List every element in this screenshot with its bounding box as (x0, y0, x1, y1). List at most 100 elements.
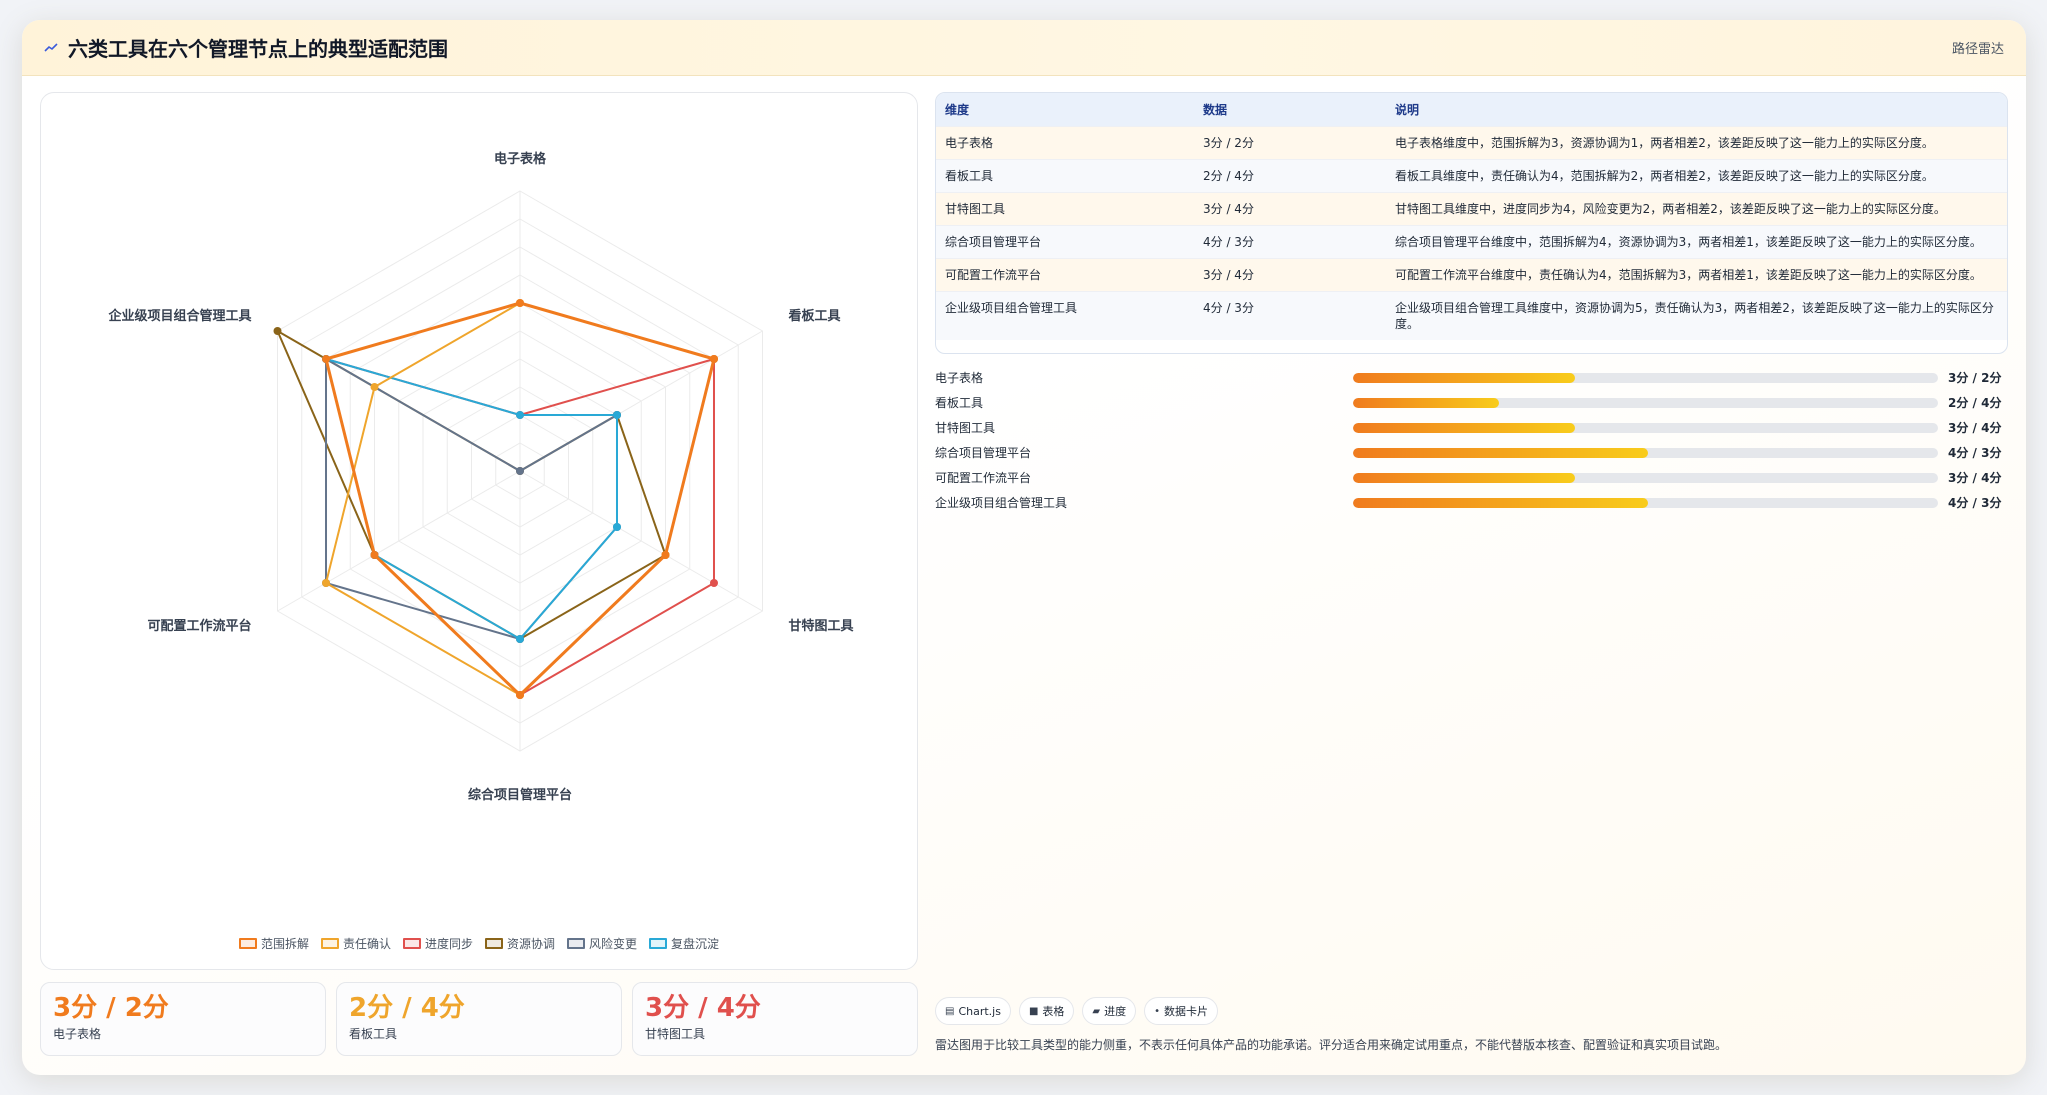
progress-track (1353, 497, 1938, 508)
card-icon: • (1154, 1005, 1161, 1017)
data-point (516, 299, 524, 307)
progress-track (1353, 372, 1938, 383)
progress-label: 企业级项目组合管理工具 (935, 496, 1068, 510)
legend-item[interactable]: 风险变更 (567, 935, 637, 952)
progress-fill (1353, 397, 1500, 408)
legend-swatch (238, 938, 257, 949)
data-point (273, 327, 282, 335)
kpi-card: 3分 / 4分甘特图工具 (632, 982, 918, 1056)
page-title: 六类工具在六个管理节点上的典型适配范围 (68, 37, 448, 61)
kpi-value: 3分 / 4分 (645, 993, 761, 1023)
table-cell: 3分 / 4分 (1194, 257, 1386, 291)
table-cell: 甘特图工具维度中，进度同步为4，风险变更为2，两者相差2，该差距反映了这一能力上… (1386, 191, 2007, 225)
progress-fill (1353, 447, 1649, 458)
progress-fill (1353, 472, 1576, 483)
data-point (370, 383, 379, 391)
data-point (516, 691, 524, 699)
table-cell: 甘特图工具 (936, 191, 1194, 225)
table-row: 可配置工作流平台 3分 / 4分 可配置工作流平台维度中，责任确认为4，范围拆解为3… (936, 257, 2007, 291)
legend-swatch (567, 938, 586, 949)
legend-swatch (320, 938, 339, 949)
axis-label: 可配置工作流平台 (148, 618, 252, 634)
progress-value: 3分 / 4分 (1948, 421, 2002, 435)
axis-label: 看板工具 (788, 308, 840, 324)
kpi-label: 看板工具 (349, 1027, 398, 1041)
progress-track (1353, 422, 1938, 433)
axis-label: 综合项目管理平台 (468, 787, 572, 803)
title-wrap: 六类工具在六个管理节点上的典型适配范围 (44, 33, 448, 62)
legend-label: 复盘沉淀 (671, 937, 720, 951)
tag-chip[interactable]: ▰ 进度 (1082, 997, 1137, 1025)
progress-label: 电子表格 (935, 371, 984, 385)
data-point (612, 411, 621, 419)
kpi-label: 电子表格 (53, 1027, 102, 1041)
tag-list: ▤ Chart.js ■ 表格 ▰ 进度 • 数据卡片 (935, 997, 1219, 1025)
table-cell: 可配置工作流平台 (936, 257, 1194, 291)
table-row: 看板工具 2分 / 4分 看板工具维度中，责任确认为4，范围拆解为2，两者相差2，该… (936, 158, 2007, 192)
tag-chip[interactable]: ■ 表格 (1018, 997, 1075, 1025)
progress-row: 可配置工作流平台 3分 / 4分 (935, 465, 2008, 490)
progress-value: 4分 / 3分 (1948, 446, 2002, 460)
axis-label: 企业级项目组合管理工具 (108, 308, 252, 324)
dashboard-frame: 六类工具在六个管理节点上的典型适配范围 路径雷达 电子表格 看板工具 甘特图工具 综合… (22, 20, 2026, 1075)
legend-item[interactable]: 复盘沉淀 (649, 935, 719, 952)
table-header-row: 维度 数据 说明 (936, 93, 2007, 126)
data-point (709, 355, 718, 363)
table-cell: 4分 / 3分 (1194, 224, 1386, 258)
kpi-value: 3分 / 2分 (53, 993, 169, 1023)
legend-label: 资源协调 (507, 937, 556, 951)
progress-bars: 电子表格 3分 / 2分看板工具 2分 / 4分 甘特图工具 3分 / 4分综合项目管理… (935, 365, 2008, 515)
axis-label: 电子表格 (494, 151, 547, 167)
legend-label: 风险变更 (589, 937, 638, 951)
legend-item[interactable]: 范围拆解 (238, 935, 309, 952)
progress-row: 甘特图工具 3分 / 4分 (935, 415, 2008, 440)
table-icon: ■ (1028, 1005, 1039, 1017)
tag-chip[interactable]: • 数据卡片 (1144, 997, 1219, 1025)
progress-row: 企业级项目组合管理工具 4分 / 3分 (935, 490, 2008, 515)
kpi-card: 3分 / 2分电子表格 (40, 982, 326, 1056)
progress-value: 2分 / 4分 (1948, 396, 2002, 410)
progress-track (1353, 472, 1938, 483)
table-header-cell: 维度 (945, 102, 970, 117)
progress-row: 看板工具 2分 / 4分 (935, 390, 2008, 415)
table-cell: 可配置工作流平台维度中，责任确认为4，范围拆解为3，两者相差1，该差距反映了这一… (1386, 257, 2007, 291)
table-cell: 3分 / 2分 (1194, 125, 1386, 159)
progress-value: 3分 / 2分 (1948, 371, 2002, 385)
kpi-label: 甘特图工具 (645, 1027, 706, 1041)
table-row: 企业级项目组合管理工具 4分 / 3分 企业级项目组合管理工具维度中，资源协调为5，… (936, 290, 2007, 340)
legend-label: 责任确认 (342, 937, 391, 951)
legend-item[interactable]: 责任确认 (320, 935, 391, 952)
table-cell: 看板工具维度中，责任确认为4，范围拆解为2，两者相差2，该差距反映了这一能力上的… (1386, 158, 2007, 192)
table-cell: 看板工具 (936, 158, 1194, 192)
data-point (516, 467, 524, 475)
data-point (322, 355, 331, 363)
axis-label: 甘特图工具 (788, 618, 853, 634)
tag-chip[interactable]: ▤ Chart.js (935, 997, 1011, 1025)
legend-swatch (402, 938, 421, 949)
table-cell: 4分 / 3分 (1194, 290, 1386, 340)
table-cell: 2分 / 4分 (1194, 158, 1386, 192)
table-row: 甘特图工具 3分 / 4分 甘特图工具维度中，进度同步为4，风险变更为2，两者相差2… (936, 191, 2007, 225)
radar-chart: 电子表格看板工具甘特图工具综合项目管理平台 可配置工作流平台 企业级项目组合管理工具 (108, 151, 854, 803)
table-cell: 综合项目管理平台维度中，范围拆解为4，资源协调为3，两者相差1，该差距反映了这一… (1386, 224, 2007, 258)
legend-swatch (485, 938, 503, 949)
progress-label: 可配置工作流平台 (935, 471, 1032, 485)
table-cell: 企业级项目组合管理工具 (936, 290, 1194, 340)
legend-item[interactable]: 资源协调 (485, 935, 555, 952)
kpi-cards: 3分 / 2分 电子表格 2分 / 4分 看板工具 3分 / 4分 甘特图工具 (40, 982, 918, 1056)
progress-label: 综合项目管理平台 (935, 446, 1032, 460)
header: 六类工具在六个管理节点上的典型适配范围 路径雷达 (22, 20, 2026, 76)
data-point (516, 635, 524, 643)
data-point (370, 551, 379, 559)
legend-item[interactable]: 进度同步 (402, 935, 473, 952)
data-point (661, 551, 670, 559)
data-point (709, 579, 718, 587)
table-row: 综合项目管理平台 4分 / 3分 综合项目管理平台维度中，范围拆解为4，资源协调为3… (936, 224, 2007, 258)
progress-value: 4分 / 3分 (1948, 496, 2002, 510)
progress-icon: ▰ (1092, 1005, 1101, 1017)
table-cell: 电子表格 (936, 125, 1194, 159)
table-cell: 电子表格维度中，范围拆解为3，资源协调为1，两者相差2，该差距反映了这一能力上的… (1386, 125, 2007, 159)
data-point (612, 523, 621, 531)
header-tag: 路径雷达 (1951, 42, 2004, 57)
radar-chart-panel: 电子表格看板工具甘特图工具综合项目管理平台 可配置工作流平台 企业级项目组合管理工具… (40, 92, 918, 970)
